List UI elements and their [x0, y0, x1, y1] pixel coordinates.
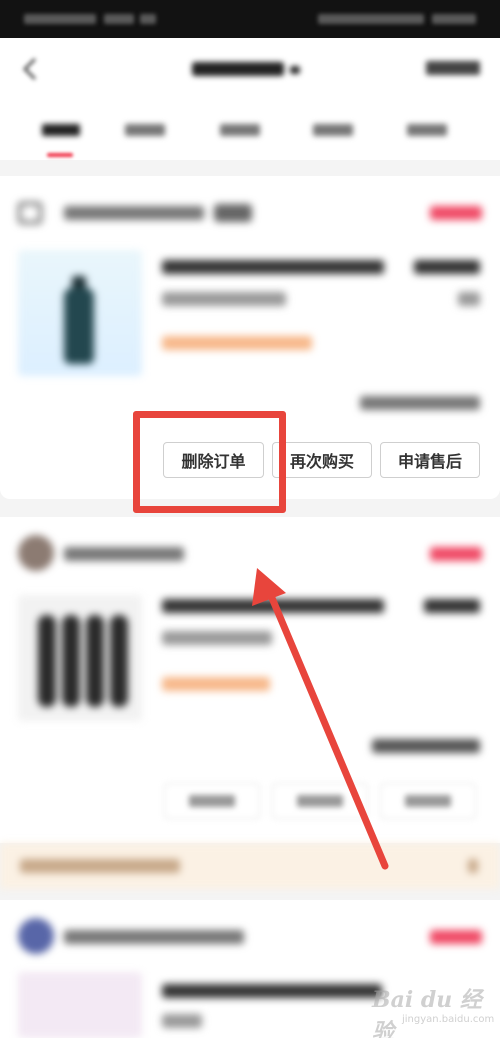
tab-5[interactable]	[407, 122, 447, 140]
status-bar	[0, 0, 500, 38]
product-image[interactable]	[18, 250, 142, 376]
product-image[interactable]	[18, 595, 142, 721]
watermark: Bai du 经验 jingyan.baidu.com	[372, 980, 494, 1038]
header-action[interactable]	[426, 61, 480, 77]
tab-3[interactable]	[220, 122, 260, 140]
shop-header[interactable]	[18, 535, 482, 571]
back-arrow-icon[interactable]	[20, 56, 42, 82]
order-total	[360, 396, 480, 410]
order-action-button[interactable]	[380, 783, 476, 819]
shop-icon	[18, 202, 42, 224]
product-image[interactable]	[18, 972, 142, 1038]
order-card	[0, 517, 500, 843]
page-title[interactable]	[192, 56, 302, 82]
wifi-icon	[104, 14, 134, 24]
active-tab-indicator	[47, 153, 73, 157]
order-status	[430, 930, 482, 944]
header	[0, 38, 500, 100]
after-sale-button[interactable]: 申请售后	[380, 442, 480, 478]
order-action-button[interactable]	[164, 783, 260, 819]
order-total	[372, 739, 480, 753]
order-notice[interactable]	[0, 843, 500, 889]
clock	[432, 14, 476, 24]
shop-name	[64, 206, 204, 220]
shop-name	[64, 930, 244, 944]
shop-header[interactable]	[18, 200, 482, 226]
shop-avatar	[18, 535, 54, 571]
order-status	[430, 206, 482, 220]
shop-tag	[214, 204, 252, 222]
order-action-button[interactable]	[272, 783, 368, 819]
tab-all[interactable]	[42, 122, 80, 140]
tab-4[interactable]	[313, 122, 353, 140]
watermark-url: jingyan.baidu.com	[402, 1014, 495, 1025]
order-tabs	[0, 100, 500, 160]
carrier-info	[24, 14, 96, 24]
highlight-box	[133, 411, 286, 513]
buy-again-button[interactable]: 再次购买	[272, 442, 372, 478]
order-status	[430, 547, 482, 561]
watermark-text: Bai du 经验	[372, 987, 482, 1038]
shop-header[interactable]	[18, 918, 482, 954]
shop-avatar	[18, 918, 54, 954]
shop-name	[64, 547, 184, 561]
tab-2[interactable]	[125, 122, 165, 140]
signal-icons	[318, 14, 424, 24]
notification-icon	[140, 14, 156, 24]
